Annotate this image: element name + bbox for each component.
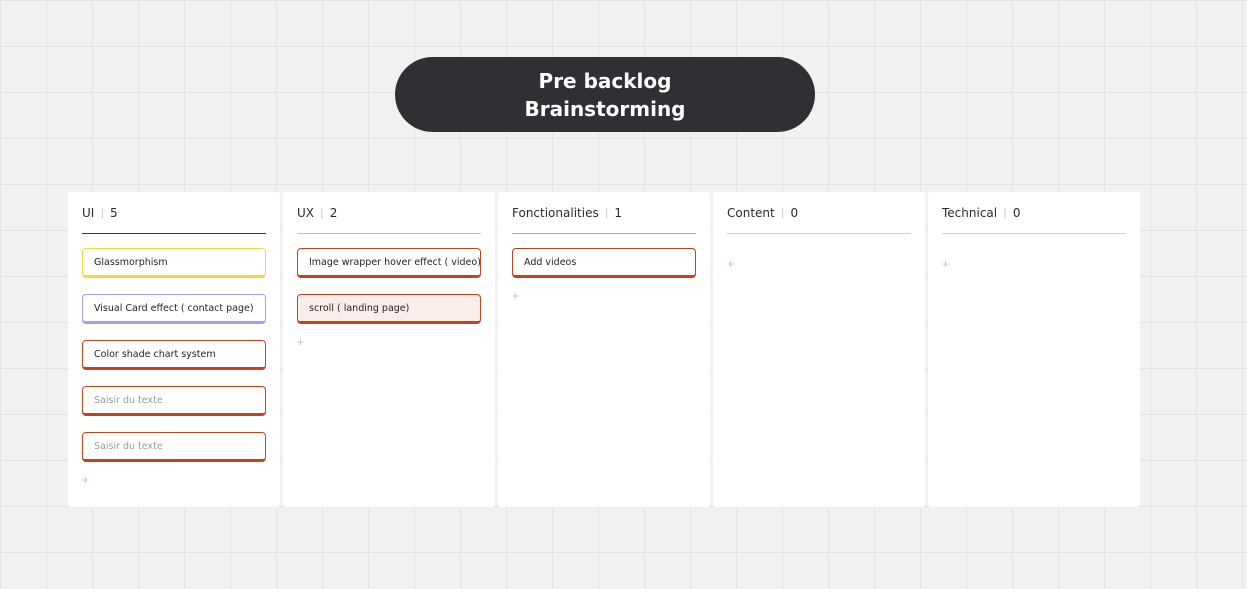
column-header[interactable]: UX | 2 xyxy=(297,192,481,234)
card[interactable]: Visual Card effect ( contact page) xyxy=(82,294,266,324)
column-ux: UX | 2 Image wrapper hover effect ( video) s… xyxy=(283,192,495,507)
add-card-button[interactable]: + xyxy=(727,258,739,270)
column-header[interactable]: Fonctionalities | 1 xyxy=(512,192,696,234)
card-list: + xyxy=(727,234,911,270)
column-header-divider: | xyxy=(780,206,785,219)
kanban-board: UI | 5 Glassmorphism Visual Card effect ( co… xyxy=(68,192,1140,507)
column-header-divider: | xyxy=(604,206,609,219)
title-line-2: Brainstorming xyxy=(524,96,686,121)
column-count: 0 xyxy=(790,205,799,220)
card[interactable]: Image wrapper hover effect ( video) xyxy=(297,248,481,278)
card[interactable]: Glassmorphism xyxy=(82,248,266,278)
column-header-divider: | xyxy=(320,206,324,219)
column-count: 1 xyxy=(614,205,623,220)
column-title: UI xyxy=(82,205,95,220)
card-list: + xyxy=(942,234,1126,270)
card-list: Add videos + xyxy=(512,234,696,302)
column-content: Content | 0 + xyxy=(713,192,925,507)
add-card-button[interactable]: + xyxy=(512,290,524,302)
column-title: Fonctionalities xyxy=(512,205,599,220)
card[interactable]: Add videos xyxy=(512,248,696,278)
card-list: Glassmorphism Visual Card effect ( contac… xyxy=(82,234,266,486)
add-card-button[interactable]: + xyxy=(942,258,954,270)
column-title: UX xyxy=(297,205,315,220)
column-header[interactable]: UI | 5 xyxy=(82,192,266,234)
column-count: 0 xyxy=(1012,205,1021,220)
add-card-button[interactable]: + xyxy=(82,474,94,486)
column-title: Content xyxy=(727,205,775,220)
card[interactable]: scroll ( landing page) xyxy=(297,294,481,324)
column-header-divider: | xyxy=(100,206,105,219)
add-card-button[interactable]: + xyxy=(297,336,309,348)
column-title: Technical xyxy=(942,205,998,220)
card-input-placeholder[interactable]: Saisir du texte xyxy=(82,432,266,462)
card-list: Image wrapper hover effect ( video) scrol… xyxy=(297,234,481,348)
column-count: 2 xyxy=(329,205,338,220)
column-header[interactable]: Technical | 0 xyxy=(942,192,1126,234)
column-header[interactable]: Content | 0 xyxy=(727,192,911,234)
column-count: 5 xyxy=(110,205,118,220)
card[interactable]: Color shade chart system xyxy=(82,340,266,370)
column-fonctionalities: Fonctionalities | 1 Add videos + xyxy=(498,192,710,507)
card-input-placeholder[interactable]: Saisir du texte xyxy=(82,386,266,416)
board-title[interactable]: Pre backlog Brainstorming xyxy=(395,57,815,132)
column-technical: Technical | 0 + xyxy=(928,192,1140,507)
title-line-1: Pre backlog xyxy=(538,68,672,93)
column-header-divider: | xyxy=(1003,206,1007,219)
column-ui: UI | 5 Glassmorphism Visual Card effect ( co… xyxy=(68,192,280,507)
